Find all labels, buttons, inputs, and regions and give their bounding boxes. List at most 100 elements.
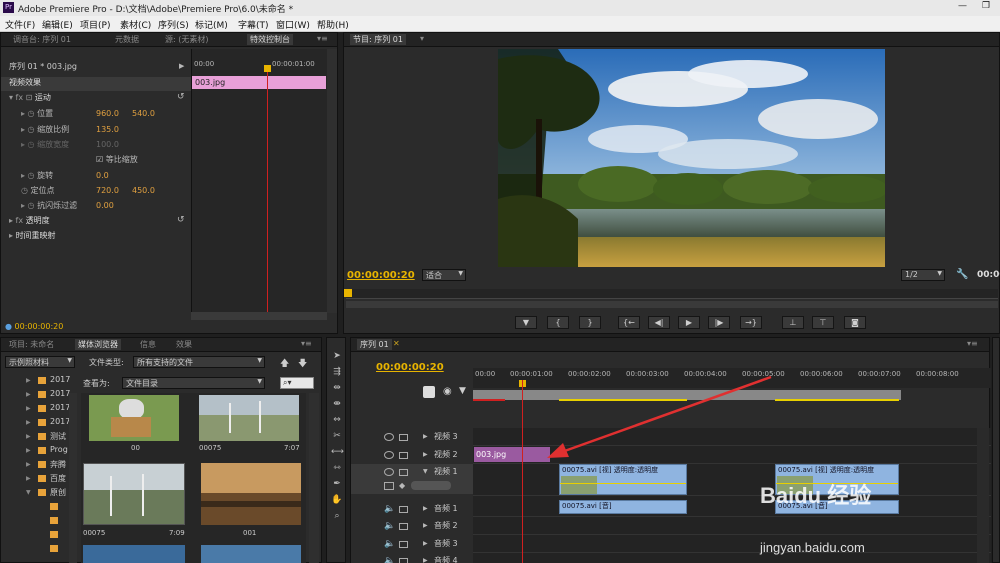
keyframe-icon[interactable]: ◆ (399, 481, 405, 490)
speaker-icon[interactable]: 🔈 (384, 504, 395, 514)
fit-dropdown[interactable]: 适合 ▼ (422, 269, 466, 281)
reset-icon[interactable]: ↺ (177, 92, 185, 102)
rotation-value[interactable]: 0.0 (96, 171, 109, 180)
expand-arrow-icon[interactable]: ▶ (423, 451, 428, 458)
expand-arrow-icon[interactable]: ▶ (26, 377, 31, 384)
expand-arrow-icon[interactable]: ▶ (26, 391, 31, 398)
expand-arrow-icon[interactable]: ▶ (423, 522, 428, 529)
step-forward-button[interactable]: |▶ (708, 316, 730, 329)
program-zoom-bar[interactable] (346, 301, 998, 308)
folder-item[interactable]: 百度 (50, 473, 66, 484)
mini-playhead[interactable] (267, 65, 268, 313)
export-frame-button[interactable]: ◙ (844, 316, 866, 329)
down-arrow-icon[interactable]: 🡇 (298, 356, 307, 372)
tab-info[interactable]: 信息 (140, 339, 156, 350)
tab-media-browser[interactable]: 媒体浏览器 (75, 339, 121, 350)
up-arrow-icon[interactable]: 🡅 (280, 356, 289, 372)
thumbnail[interactable] (199, 395, 299, 441)
thumbnail[interactable] (83, 463, 185, 525)
program-tab-menu-icon[interactable]: ▾ (420, 34, 424, 43)
menu-help[interactable]: 帮助(H) (317, 18, 349, 31)
mark-out-button[interactable]: } (579, 316, 601, 329)
expand-arrow-icon[interactable]: ▶ (423, 557, 428, 563)
tab-source[interactable]: 源: (无素材) (165, 34, 208, 45)
media-panel-menu-icon[interactable]: ▾≡ (301, 339, 312, 348)
expand-arrow-icon[interactable]: ▶ (423, 540, 428, 547)
minimize-icon[interactable]: — (958, 1, 967, 11)
expand-arrow-icon[interactable]: ▶ (423, 433, 428, 440)
clip-v1-00075-a[interactable]: 00075.avi [视] 透明度:透明度 (559, 464, 687, 495)
tree-scrollbar[interactable] (69, 393, 77, 563)
eye-icon[interactable] (384, 433, 394, 441)
zoom-tool-icon[interactable]: ⌕ (331, 510, 343, 522)
menu-edit[interactable]: 编辑(E) (42, 18, 73, 31)
menu-title[interactable]: 字幕(T) (238, 18, 269, 31)
tab-audio-mixer[interactable]: 调音台: 序列 01 (13, 34, 71, 45)
panel-menu-icon[interactable]: ▾≡ (317, 34, 328, 43)
thumbnail[interactable] (201, 545, 301, 563)
restore-icon[interactable]: ❐ (982, 1, 990, 11)
keyframe-nav[interactable] (411, 481, 451, 490)
position-x-value[interactable]: 960.0 (96, 109, 119, 118)
menu-project[interactable]: 项目(P) (80, 18, 110, 31)
folder-item[interactable]: 原创 (50, 487, 66, 498)
clip-003-jpg[interactable]: 003.jpg (474, 447, 550, 462)
play-button[interactable]: ▶ (678, 316, 700, 329)
eye-icon[interactable] (384, 468, 394, 476)
timeline-menu-icon[interactable]: ▾≡ (967, 339, 978, 348)
scale-value[interactable]: 135.0 (96, 125, 119, 134)
tab-effect-controls[interactable]: 特效控制台 (247, 34, 293, 45)
film-icon[interactable] (399, 541, 408, 548)
speaker-icon[interactable]: 🔈 (384, 556, 395, 563)
rate-stretch-tool-icon[interactable]: ⇔ (331, 414, 343, 426)
folder-item[interactable]: 测试 (50, 431, 66, 442)
expand-arrow-icon[interactable]: ▶ (26, 461, 31, 468)
folder-item[interactable]: Prog (50, 445, 68, 454)
snap-icon[interactable] (423, 386, 435, 398)
resolution-dropdown[interactable]: 1/2 ▼ (901, 269, 945, 281)
anchor-x-value[interactable]: 720.0 (96, 186, 119, 195)
film-icon[interactable] (399, 469, 408, 476)
position-y-value[interactable]: 540.0 (132, 109, 155, 118)
menu-file[interactable]: 文件(F) (5, 18, 35, 31)
lift-button[interactable]: ⊥ (782, 316, 804, 329)
timeline-playhead[interactable] (522, 380, 523, 563)
thumbnail-scrollbar[interactable] (309, 393, 319, 563)
mini-clip[interactable]: 003.jpg (192, 76, 326, 89)
folder-item[interactable]: 2017 (50, 403, 70, 412)
expand-arrow-icon[interactable]: ▶ (423, 505, 428, 512)
program-ruler[interactable] (346, 289, 998, 299)
program-playhead-marker[interactable] (344, 289, 352, 297)
expand-arrow-icon[interactable]: ▶ (26, 419, 31, 426)
expand-arrow-icon[interactable]: ▶ (26, 475, 31, 482)
opacity-rubberband[interactable] (560, 483, 686, 484)
expand-arrow-icon[interactable]: ▶ (179, 62, 184, 70)
marker-icon[interactable]: ◉ (443, 386, 452, 397)
mark-in-button[interactable]: { (547, 316, 569, 329)
program-timecode[interactable]: 00:00:00:20 (347, 270, 415, 281)
pen-tool-icon[interactable]: ✒ (331, 478, 343, 490)
file-type-dropdown[interactable]: 所有支持的文件 ▼ (133, 356, 265, 368)
speaker-icon[interactable]: 🔈 (384, 521, 395, 531)
tab-project[interactable]: 项目: 未命名 (9, 339, 54, 350)
go-to-out-button[interactable]: →} (740, 316, 762, 329)
thumbnail[interactable] (83, 545, 185, 563)
hand-tool-icon[interactable]: ✋ (331, 494, 343, 506)
motion-row[interactable]: ▾ fx ⊡ 运动 (9, 92, 51, 106)
collapse-arrow-icon[interactable]: ▼ (26, 489, 31, 496)
folder-item[interactable]: 2017 (50, 389, 70, 398)
film-icon[interactable] (399, 506, 408, 513)
folder-item[interactable]: 奔腾 (50, 459, 66, 470)
search-input[interactable]: ⌕▾ (280, 377, 314, 389)
opacity-row[interactable]: ▸ fx 透明度 (9, 215, 50, 229)
folder-item[interactable]: 2017 (50, 417, 70, 426)
tab-sequence[interactable]: 序列 01 (357, 339, 392, 350)
expand-arrow-icon[interactable]: ▶ (26, 405, 31, 412)
film-icon[interactable] (399, 558, 408, 563)
ripple-edit-tool-icon[interactable]: ⇹ (331, 382, 343, 394)
film-icon[interactable] (399, 452, 408, 459)
display-style-icon[interactable] (384, 482, 394, 490)
close-icon[interactable]: ✕ (393, 339, 400, 348)
go-to-in-button[interactable]: {← (618, 316, 640, 329)
folder-item[interactable]: 2017 (50, 375, 70, 384)
